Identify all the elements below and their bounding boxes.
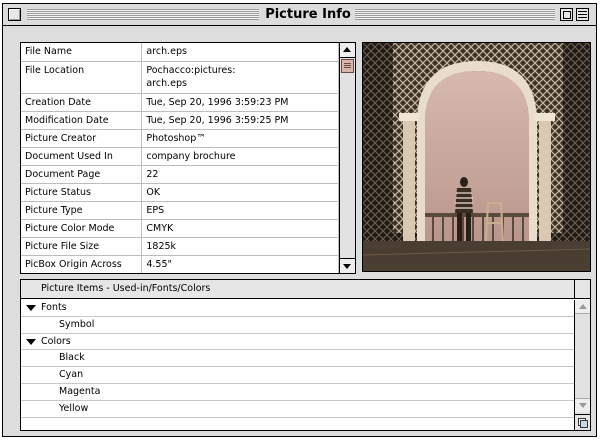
table-row: Picture File Size 1825k	[21, 237, 339, 256]
file-location-line: Pochacco:pictures:	[146, 64, 236, 76]
row-value: company brochure	[141, 147, 339, 166]
item-label: Cyan	[59, 369, 84, 381]
scroll-down-button[interactable]	[575, 398, 590, 412]
row-value: OK	[141, 183, 339, 202]
group-label: Fonts	[41, 302, 67, 313]
row-label: Picture Color Mode	[21, 219, 143, 238]
row-value: Tue, Sep 20, 1996 3:59:23 PM	[141, 93, 339, 112]
row-value: CMYK	[141, 219, 339, 238]
row-value: Tue, Sep 20, 1996 3:59:25 PM	[141, 111, 339, 130]
row-value: arch.eps	[141, 43, 339, 62]
scroll-thumb[interactable]	[341, 59, 354, 73]
header-corner	[574, 280, 590, 299]
collapse-box-icon[interactable]	[576, 8, 589, 21]
table-row: Document Used In company brochure	[21, 147, 339, 166]
row-value: 1825k	[141, 237, 339, 256]
table-row: Picture Status OK	[21, 183, 339, 202]
items-column-header[interactable]: Picture Items - Used-in/Fonts/Colors	[21, 280, 574, 299]
row-label: File Location	[21, 61, 143, 94]
items-scrollbar[interactable]	[574, 300, 590, 430]
row-label: Picture File Size	[21, 237, 143, 256]
list-item[interactable]: Yellow	[21, 401, 574, 418]
list-item[interactable]: Magenta	[21, 384, 574, 401]
item-label: Symbol	[59, 318, 95, 330]
table-row: File Name arch.eps	[21, 43, 339, 62]
table-row: Creation Date Tue, Sep 20, 1996 3:59:23 …	[21, 93, 339, 112]
disclosure-triangle-icon[interactable]	[26, 305, 36, 311]
scroll-up-button[interactable]	[575, 300, 590, 314]
list-item[interactable]: Black	[21, 350, 574, 368]
row-value: 22	[141, 165, 339, 184]
picture-preview	[362, 42, 591, 272]
file-location-line: arch.eps	[146, 77, 187, 89]
table-row: File Location Pochacco:pictures: arch.eps	[21, 61, 339, 94]
row-label: File Name	[21, 43, 143, 62]
arrow-up-icon	[343, 47, 351, 52]
arrow-up-icon	[579, 304, 587, 309]
row-label: PicBox Origin Across	[21, 255, 143, 273]
file-location-value: Pochacco:pictures: arch.eps	[146, 64, 334, 90]
arrow-down-icon	[579, 403, 587, 408]
items-header-label: Picture Items - Used-in/Fonts/Colors	[41, 283, 211, 294]
list-item[interactable]: Symbol	[21, 317, 574, 334]
info-panel: File Name arch.eps File Location Pochacc…	[20, 42, 356, 274]
grow-box-icon[interactable]	[575, 414, 590, 429]
row-label: Picture Type	[21, 201, 143, 220]
table-row: Picture Creator Photoshop™	[21, 129, 339, 148]
title-bar-stripes-left	[27, 9, 259, 20]
items-list: Fonts Symbol Colors Black Cyan Magenta Y…	[21, 300, 574, 418]
picture-info-window: Picture Info File Name arch.eps File Loc…	[2, 3, 597, 437]
table-row: Document Page 22	[21, 165, 339, 184]
scroll-up-button[interactable]	[340, 43, 355, 58]
row-label: Modification Date	[21, 111, 143, 130]
row-value: Pochacco:pictures: arch.eps	[141, 61, 339, 94]
picture-items-panel: Picture Items - Used-in/Fonts/Colors Fon…	[20, 279, 591, 431]
row-label: Picture Creator	[21, 129, 143, 148]
row-value: Photoshop™	[141, 129, 339, 148]
row-value: EPS	[141, 201, 339, 220]
title-bar-stripes-right	[355, 9, 555, 20]
table-row: Modification Date Tue, Sep 20, 1996 3:59…	[21, 111, 339, 130]
row-label: Picture Status	[21, 183, 143, 202]
zoom-box-icon[interactable]	[560, 8, 573, 21]
row-label: Creation Date	[21, 93, 143, 112]
window-title: Picture Info	[265, 7, 351, 23]
row-label: Document Page	[21, 165, 143, 184]
table-row: Picture Type EPS	[21, 201, 339, 220]
item-label: Magenta	[59, 385, 101, 397]
table-row: Picture Color Mode CMYK	[21, 219, 339, 238]
info-table: File Name arch.eps File Location Pochacc…	[21, 43, 339, 273]
scroll-down-button[interactable]	[340, 258, 355, 273]
group-label: Colors	[41, 335, 71, 347]
arrow-down-icon	[343, 264, 351, 269]
info-scrollbar[interactable]	[339, 43, 355, 273]
item-label: Yellow	[59, 402, 89, 414]
arch-photo-image	[363, 43, 590, 271]
list-item[interactable]: Cyan	[21, 367, 574, 384]
row-value: 4.55"	[141, 255, 339, 273]
table-row: PicBox Origin Across 4.55"	[21, 255, 339, 273]
close-box-icon[interactable]	[8, 8, 21, 21]
list-item-fonts-group[interactable]: Fonts	[21, 300, 574, 317]
title-bar[interactable]: Picture Info	[3, 4, 596, 26]
item-label: Black	[59, 352, 85, 364]
row-label: Document Used In	[21, 147, 143, 166]
disclosure-triangle-icon[interactable]	[26, 338, 36, 345]
list-item-colors-group[interactable]: Colors	[21, 334, 574, 351]
